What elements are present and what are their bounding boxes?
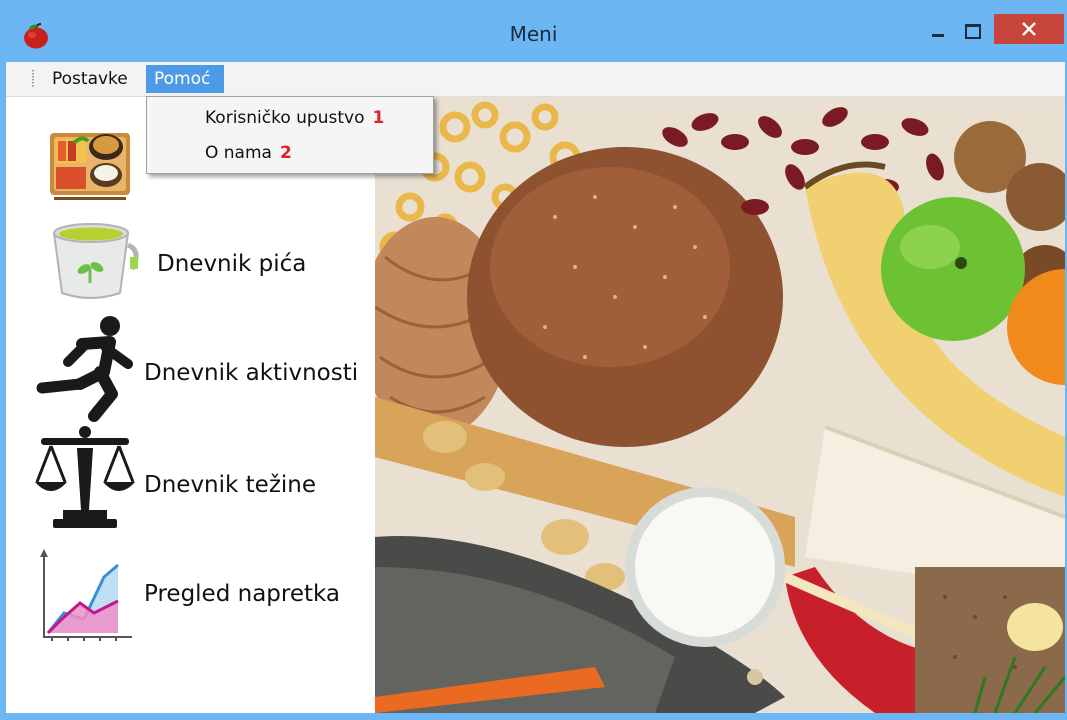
close-button[interactable]: [994, 14, 1064, 44]
tea-cup-icon: [52, 223, 139, 299]
menu-item-korisnicko-upustvo[interactable]: Korisničko upustvo 1: [147, 102, 433, 134]
sidebar: Dnevnik ishrane Dnevnik pića: [6, 97, 375, 713]
running-man-icon: [36, 316, 133, 422]
scale-icon: [35, 426, 135, 528]
sidebar-item-dnevnik-pica[interactable]: Dnevnik pića: [6, 207, 375, 317]
food-tray-icon: [50, 133, 130, 200]
pomoc-dropdown-menu: Korisničko upustvo 1 O nama 2: [146, 96, 434, 174]
menu-item-badge: 2: [279, 143, 292, 163]
window-title: Meni: [509, 22, 558, 46]
food-collage-photo: [375, 97, 1065, 713]
menu-item-text: Korisničko upustvo: [205, 108, 365, 128]
menu-pomoc[interactable]: Pomoć: [146, 65, 224, 93]
maximize-button[interactable]: [950, 14, 996, 46]
menu-item-label: O nama 2: [205, 137, 292, 169]
sidebar-item-dnevnik-tezine[interactable]: Dnevnik težine: [6, 426, 375, 537]
sidebar-item-pregled-napretka[interactable]: Pregled napretka: [6, 537, 375, 647]
title-bar[interactable]: Meni: [0, 0, 1067, 62]
menu-postavke[interactable]: Postavke: [44, 65, 136, 93]
menu-item-badge: 1: [372, 108, 385, 128]
close-icon: [1022, 22, 1036, 36]
menu-item-text: O nama: [205, 143, 272, 163]
area-chart-icon: [40, 549, 132, 641]
menu-bar: Postavke Pomoć: [6, 62, 1065, 97]
sidebar-item-label: Pregled napretka: [144, 581, 341, 607]
sidebar-item-label: Dnevnik težine: [144, 472, 317, 498]
sidebar-item-dnevnik-aktivnosti[interactable]: Dnevnik aktivnosti: [6, 316, 375, 427]
sidebar-item-label: Dnevnik pića: [157, 251, 307, 277]
maximize-icon: [965, 24, 981, 39]
minimize-icon: [932, 34, 944, 37]
sidebar-item-label: Dnevnik aktivnosti: [144, 360, 359, 386]
food-collage-illustration: [375, 97, 1065, 713]
menu-grip[interactable]: [32, 70, 34, 88]
menu-item-label: Korisničko upustvo 1: [205, 102, 384, 134]
menu-item-o-nama[interactable]: O nama 2: [147, 137, 433, 169]
app-window: Meni Postavke Pomoć Dnevnik pića Dnevnik…: [0, 0, 1067, 720]
